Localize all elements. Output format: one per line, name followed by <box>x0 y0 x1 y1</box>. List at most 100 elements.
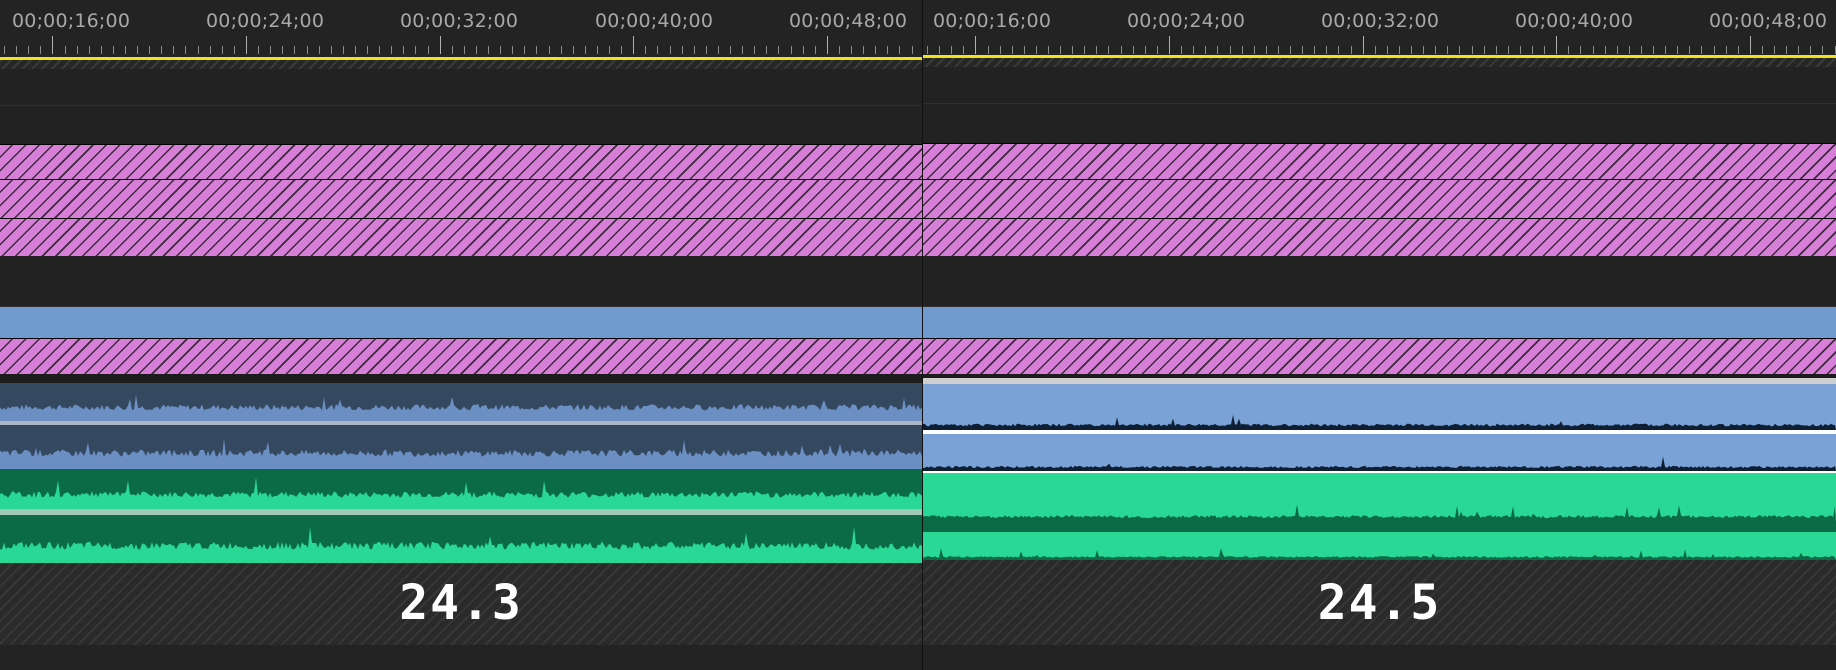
ruler-tick <box>1593 46 1594 54</box>
audio-clip-waveform[interactable] <box>923 384 1836 430</box>
ruler-tick <box>1024 46 1025 54</box>
ruler-tick <box>1774 46 1775 54</box>
ruler-tick <box>452 46 453 54</box>
video-clip[interactable] <box>0 144 922 180</box>
ruler-tick <box>1230 46 1231 54</box>
ruler-tick <box>4 46 5 54</box>
timecode-label: 00;00;32;00 <box>1321 10 1440 32</box>
video-track-empty[interactable] <box>0 106 922 145</box>
timeline-footer <box>923 645 1836 670</box>
ruler-tick <box>803 46 804 54</box>
ruler-tick <box>536 46 537 54</box>
ruler-tick <box>512 46 513 54</box>
ruler-tick <box>113 46 114 54</box>
ruler-tick <box>621 46 622 54</box>
ruler-tick <box>1544 46 1545 54</box>
ruler-tick <box>488 46 489 54</box>
audio-clip-waveform[interactable] <box>0 469 922 509</box>
ruler-tick <box>149 46 150 54</box>
version-label: 24.3 <box>399 575 523 631</box>
video-clip-adjustment[interactable] <box>0 307 922 338</box>
timecode-label: 00;00;48;00 <box>1709 10 1828 32</box>
ruler-tick <box>185 46 186 54</box>
ruler-tick <box>815 46 816 54</box>
timecode-label: 00;00;40;00 <box>595 10 714 32</box>
ruler-tick <box>16 46 17 54</box>
audio-clip-waveform[interactable] <box>923 532 1836 560</box>
ruler-tick <box>415 46 416 54</box>
audio-clip-waveform[interactable] <box>0 515 922 563</box>
ruler-tick <box>1738 46 1739 54</box>
ruler-tick <box>1363 36 1364 54</box>
ruler-tick <box>1121 46 1122 54</box>
ruler-tick <box>40 46 41 54</box>
time-ruler[interactable]: 00;00;16;00 00;00;24;00 00;00;32;00 00;0… <box>0 0 922 60</box>
video-clip[interactable] <box>0 338 922 375</box>
timeline-footer <box>0 645 922 670</box>
video-track-empty[interactable] <box>923 67 1836 104</box>
timecode-label: 00;00;32;00 <box>400 10 519 32</box>
ruler-tick <box>161 46 162 54</box>
ruler-tick <box>403 46 404 54</box>
video-clip[interactable] <box>0 218 922 256</box>
ruler-tick <box>1556 36 1557 54</box>
ruler-tick <box>464 46 465 54</box>
ruler-tick <box>585 46 586 54</box>
timeline-panel-24-3: 00;00;16;00 00;00;24;00 00;00;32;00 00;0… <box>0 0 922 670</box>
timeline-panel-24-5: 00;00;16;00 00;00;24;00 00;00;32;00 00;0… <box>923 0 1836 670</box>
video-clip-adjustment[interactable] <box>923 307 1836 338</box>
ruler-tick <box>1060 46 1061 54</box>
timecode-label: 00;00;48;00 <box>789 10 908 32</box>
ruler-tick <box>307 46 308 54</box>
video-clip[interactable] <box>0 179 922 219</box>
ruler-tick <box>951 46 952 54</box>
ruler-tick <box>1411 46 1412 54</box>
ruler-tick <box>1181 46 1182 54</box>
ruler-tick <box>1665 46 1666 54</box>
ruler-tick <box>988 46 989 54</box>
video-track-empty[interactable] <box>923 256 1836 307</box>
ruler-tick <box>645 46 646 54</box>
video-track-empty[interactable] <box>0 256 922 307</box>
ruler-tick <box>561 46 562 54</box>
ruler-tick <box>1145 46 1146 54</box>
ruler-tick <box>963 46 964 54</box>
ruler-tick <box>1326 46 1327 54</box>
audio-clip-waveform[interactable] <box>923 434 1836 471</box>
ruler-tick <box>1036 46 1037 54</box>
time-ruler[interactable]: 00;00;16;00 00;00;24;00 00;00;32;00 00;0… <box>923 0 1836 60</box>
ruler-tick <box>1641 46 1642 54</box>
audio-clip-waveform[interactable] <box>923 473 1836 522</box>
audio-clip-border <box>923 522 1836 532</box>
ruler-tick <box>742 46 743 54</box>
ruler-tick <box>1629 46 1630 54</box>
ruler-tick <box>549 46 550 54</box>
video-track-empty[interactable] <box>923 104 1836 144</box>
ruler-tick <box>1205 46 1206 54</box>
video-clip[interactable] <box>923 218 1836 256</box>
video-clip[interactable] <box>923 179 1836 219</box>
ruler-tick <box>863 46 864 54</box>
video-track-empty[interactable] <box>0 69 922 106</box>
ruler-tick <box>633 36 634 54</box>
timecode-label: 00;00;40;00 <box>1515 10 1634 32</box>
video-clip[interactable] <box>923 143 1836 180</box>
ruler-tick <box>1375 46 1376 54</box>
ruler-tick <box>440 36 441 54</box>
ruler-tick <box>270 46 271 54</box>
ruler-tick <box>1701 46 1702 54</box>
ruler-tick <box>657 46 658 54</box>
ruler-tick <box>246 36 247 54</box>
ruler-tick <box>1496 46 1497 54</box>
ruler-tick <box>766 46 767 54</box>
ruler-tick <box>1169 36 1170 54</box>
audio-clip-waveform[interactable] <box>0 425 922 469</box>
ruler-tick <box>1387 46 1388 54</box>
ruler-tick <box>730 46 731 54</box>
ruler-tick <box>89 46 90 54</box>
ruler-tick <box>1435 46 1436 54</box>
audio-clip-waveform[interactable] <box>0 383 922 421</box>
ruler-tick <box>1447 46 1448 54</box>
video-clip[interactable] <box>923 338 1836 375</box>
ruler-tick <box>379 46 380 54</box>
